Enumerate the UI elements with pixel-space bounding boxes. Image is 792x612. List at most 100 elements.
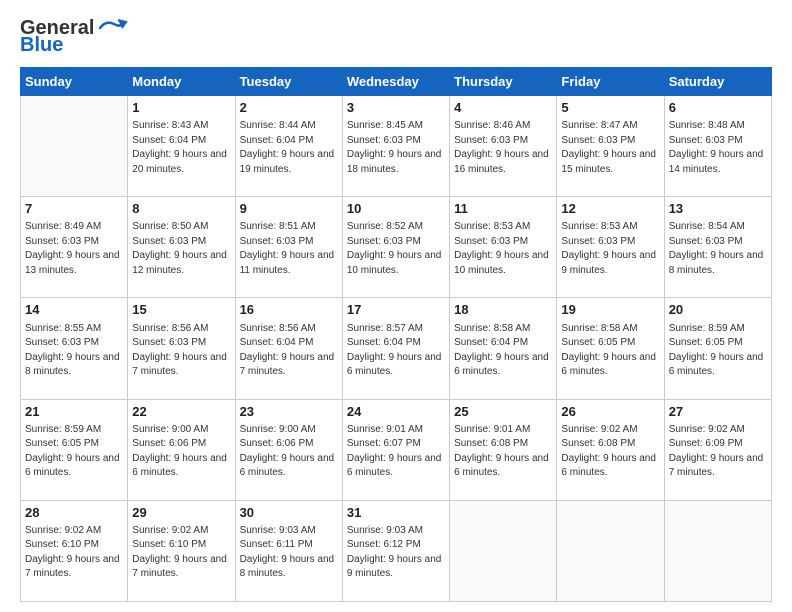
day-number: 2	[240, 99, 338, 117]
calendar-cell: 9 Sunrise: 8:51 AMSunset: 6:03 PMDaylight…	[235, 197, 342, 298]
calendar-cell: 8 Sunrise: 8:50 AMSunset: 6:03 PMDaylight…	[128, 197, 235, 298]
calendar-week-row: 14Sunrise: 8:55 AMSunset: 6:03 PMDayligh…	[21, 298, 772, 399]
day-number: 17	[347, 301, 445, 319]
calendar-cell: 7 Sunrise: 8:49 AMSunset: 6:03 PMDaylight…	[21, 197, 128, 298]
day-info: Sunrise: 9:01 AMSunset: 6:07 PMDaylight:…	[347, 423, 445, 481]
calendar-cell: 23Sunrise: 9:00 AMSunset: 6:06 PMDayligh…	[235, 399, 342, 500]
day-number: 9	[240, 200, 338, 218]
day-number: 18	[454, 301, 552, 319]
day-number: 25	[454, 403, 552, 421]
weekday-header: Saturday	[664, 68, 771, 96]
calendar-cell: 17Sunrise: 8:57 AMSunset: 6:04 PMDayligh…	[342, 298, 449, 399]
calendar-cell: 10 Sunrise: 8:52 AMSunset: 6:03 PMDayligh…	[342, 197, 449, 298]
day-number: 24	[347, 403, 445, 421]
day-info: Sunrise: 8:48 AMSunset: 6:03 PMDaylight:…	[669, 119, 767, 177]
calendar-cell	[21, 96, 128, 197]
day-info: Sunrise: 9:03 AMSunset: 6:11 PMDaylight:…	[240, 524, 338, 582]
calendar-week-row: 28 Sunrise: 9:02 AMSunset: 6:10 PMDayligh…	[21, 500, 772, 601]
day-info: Sunrise: 8:59 AMSunset: 6:05 PMDaylight:…	[25, 423, 123, 481]
calendar-cell: 24 Sunrise: 9:01 AMSunset: 6:07 PMDayligh…	[342, 399, 449, 500]
calendar-cell: 28 Sunrise: 9:02 AMSunset: 6:10 PMDayligh…	[21, 500, 128, 601]
calendar-cell: 2 Sunrise: 8:44 AMSunset: 6:04 PMDaylight…	[235, 96, 342, 197]
day-info: Sunrise: 8:52 AMSunset: 6:03 PMDaylight:…	[347, 220, 445, 278]
weekday-header: Thursday	[450, 68, 557, 96]
day-number: 7	[25, 200, 123, 218]
calendar-cell: 22Sunrise: 9:00 AMSunset: 6:06 PMDayligh…	[128, 399, 235, 500]
calendar-cell: 31 Sunrise: 9:03 AMSunset: 6:12 PMDayligh…	[342, 500, 449, 601]
day-number: 28	[25, 504, 123, 522]
day-number: 4	[454, 99, 552, 117]
calendar-cell: 1 Sunrise: 8:43 AMSunset: 6:04 PMDaylight…	[128, 96, 235, 197]
calendar-cell: 30 Sunrise: 9:03 AMSunset: 6:11 PMDayligh…	[235, 500, 342, 601]
day-info: Sunrise: 8:43 AMSunset: 6:04 PMDaylight:…	[132, 119, 230, 177]
day-number: 31	[347, 504, 445, 522]
day-info: Sunrise: 8:50 AMSunset: 6:03 PMDaylight:…	[132, 220, 230, 278]
day-info: Sunrise: 9:02 AMSunset: 6:09 PMDaylight:…	[669, 423, 767, 481]
logo: General Blue	[20, 18, 128, 57]
day-number: 1	[132, 99, 230, 117]
weekday-header: Monday	[128, 68, 235, 96]
calendar-page: General Blue SundayMondayTuesdayWednesda…	[0, 0, 792, 612]
calendar-cell: 25 Sunrise: 9:01 AMSunset: 6:08 PMDayligh…	[450, 399, 557, 500]
day-info: Sunrise: 9:00 AMSunset: 6:06 PMDaylight:…	[132, 423, 230, 481]
calendar-cell	[557, 500, 664, 601]
day-info: Sunrise: 8:49 AMSunset: 6:03 PMDaylight:…	[25, 220, 123, 278]
calendar-cell: 29Sunrise: 9:02 AMSunset: 6:10 PMDayligh…	[128, 500, 235, 601]
day-number: 13	[669, 200, 767, 218]
calendar-cell: 14Sunrise: 8:55 AMSunset: 6:03 PMDayligh…	[21, 298, 128, 399]
day-number: 29	[132, 504, 230, 522]
day-info: Sunrise: 9:02 AMSunset: 6:08 PMDaylight:…	[561, 423, 659, 481]
calendar-cell: 16 Sunrise: 8:56 AMSunset: 6:04 PMDayligh…	[235, 298, 342, 399]
logo-blue-text: Blue	[20, 34, 63, 57]
day-number: 30	[240, 504, 338, 522]
day-info: Sunrise: 8:56 AMSunset: 6:04 PMDaylight:…	[240, 322, 338, 380]
logo-icon	[98, 18, 128, 38]
day-number: 20	[669, 301, 767, 319]
weekday-header: Wednesday	[342, 68, 449, 96]
day-number: 12	[561, 200, 659, 218]
day-number: 21	[25, 403, 123, 421]
day-info: Sunrise: 9:02 AMSunset: 6:10 PMDaylight:…	[25, 524, 123, 582]
calendar-cell: 18Sunrise: 8:58 AMSunset: 6:04 PMDayligh…	[450, 298, 557, 399]
weekday-header: Sunday	[21, 68, 128, 96]
calendar-cell	[450, 500, 557, 601]
calendar-cell: 27Sunrise: 9:02 AMSunset: 6:09 PMDayligh…	[664, 399, 771, 500]
weekday-header: Tuesday	[235, 68, 342, 96]
calendar-cell: 11Sunrise: 8:53 AMSunset: 6:03 PMDayligh…	[450, 197, 557, 298]
calendar-cell: 21 Sunrise: 8:59 AMSunset: 6:05 PMDayligh…	[21, 399, 128, 500]
calendar-cell: 13 Sunrise: 8:54 AMSunset: 6:03 PMDayligh…	[664, 197, 771, 298]
day-info: Sunrise: 9:01 AMSunset: 6:08 PMDaylight:…	[454, 423, 552, 481]
day-info: Sunrise: 8:44 AMSunset: 6:04 PMDaylight:…	[240, 119, 338, 177]
calendar-cell: 20 Sunrise: 8:59 AMSunset: 6:05 PMDayligh…	[664, 298, 771, 399]
calendar-table: SundayMondayTuesdayWednesdayThursdayFrid…	[20, 67, 772, 602]
day-info: Sunrise: 8:46 AMSunset: 6:03 PMDaylight:…	[454, 119, 552, 177]
calendar-cell: 4 Sunrise: 8:46 AMSunset: 6:03 PMDaylight…	[450, 96, 557, 197]
calendar-cell: 3Sunrise: 8:45 AMSunset: 6:03 PMDaylight…	[342, 96, 449, 197]
calendar-cell: 5Sunrise: 8:47 AMSunset: 6:03 PMDaylight…	[557, 96, 664, 197]
day-info: Sunrise: 8:58 AMSunset: 6:05 PMDaylight:…	[561, 322, 659, 380]
calendar-cell: 19 Sunrise: 8:58 AMSunset: 6:05 PMDayligh…	[557, 298, 664, 399]
calendar-week-row: 21 Sunrise: 8:59 AMSunset: 6:05 PMDayligh…	[21, 399, 772, 500]
day-info: Sunrise: 8:54 AMSunset: 6:03 PMDaylight:…	[669, 220, 767, 278]
day-number: 6	[669, 99, 767, 117]
day-number: 16	[240, 301, 338, 319]
day-number: 10	[347, 200, 445, 218]
day-info: Sunrise: 8:53 AMSunset: 6:03 PMDaylight:…	[454, 220, 552, 278]
day-number: 14	[25, 301, 123, 319]
calendar-cell: 12 Sunrise: 8:53 AMSunset: 6:03 PMDayligh…	[557, 197, 664, 298]
day-number: 3	[347, 99, 445, 117]
header: General Blue	[20, 18, 772, 57]
calendar-cell: 26Sunrise: 9:02 AMSunset: 6:08 PMDayligh…	[557, 399, 664, 500]
calendar-week-row: 1 Sunrise: 8:43 AMSunset: 6:04 PMDaylight…	[21, 96, 772, 197]
day-info: Sunrise: 8:47 AMSunset: 6:03 PMDaylight:…	[561, 119, 659, 177]
day-number: 19	[561, 301, 659, 319]
day-info: Sunrise: 8:51 AMSunset: 6:03 PMDaylight:…	[240, 220, 338, 278]
day-info: Sunrise: 8:53 AMSunset: 6:03 PMDaylight:…	[561, 220, 659, 278]
calendar-cell: 15Sunrise: 8:56 AMSunset: 6:03 PMDayligh…	[128, 298, 235, 399]
day-info: Sunrise: 9:03 AMSunset: 6:12 PMDaylight:…	[347, 524, 445, 582]
day-number: 8	[132, 200, 230, 218]
day-number: 23	[240, 403, 338, 421]
weekday-header-row: SundayMondayTuesdayWednesdayThursdayFrid…	[21, 68, 772, 96]
day-info: Sunrise: 8:59 AMSunset: 6:05 PMDaylight:…	[669, 322, 767, 380]
weekday-header: Friday	[557, 68, 664, 96]
